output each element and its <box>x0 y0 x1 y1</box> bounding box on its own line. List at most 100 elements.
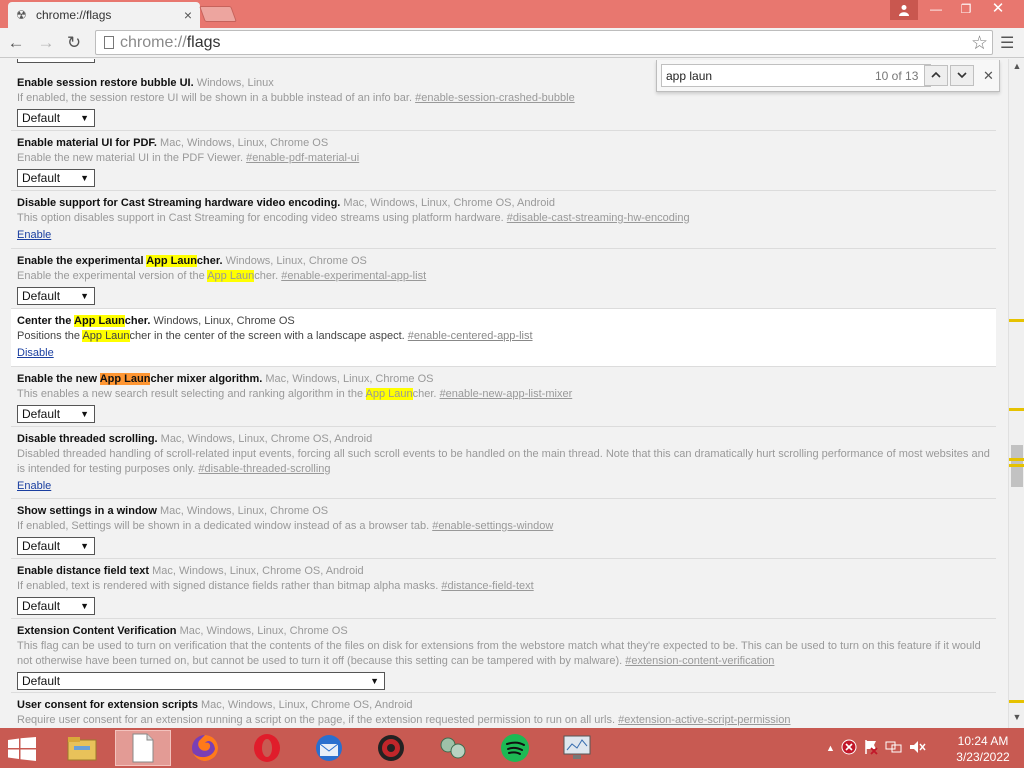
flag-extension-content-verification: Extension Content Verification Mac, Wind… <box>11 619 996 693</box>
address-bar[interactable]: chrome://flags ☆ <box>95 30 993 55</box>
select-value: Default <box>22 599 61 613</box>
flag-anchor-link[interactable]: #disable-threaded-scrolling <box>198 463 330 475</box>
show-hidden-icons-icon[interactable]: ▲ <box>826 743 835 753</box>
flag-centered-app-launcher: Center the App Launcher. Windows, Linux,… <box>11 309 996 367</box>
firefox-icon[interactable] <box>177 730 233 766</box>
flag-title: Center the App Launcher. <box>17 315 150 327</box>
enable-link[interactable]: Enable <box>17 480 51 492</box>
flag-title: Enable distance field text <box>17 565 150 577</box>
flag-description: Positions the App Launcher in the center… <box>17 330 405 342</box>
flag-description: This option disables support in Cast Str… <box>17 212 504 224</box>
flag-select[interactable]: Default ▼ <box>17 169 95 187</box>
flag-anchor-link[interactable]: #extension-active-script-permission <box>618 714 790 726</box>
flag-title: Disable threaded scrolling. <box>17 433 158 445</box>
title-text: cher mixer algorithm. <box>150 373 263 385</box>
flag-description: If enabled, Settings will be shown in a … <box>17 520 430 532</box>
desc-text: cher in the center of the screen with a … <box>129 330 405 342</box>
title-bar: ☢ chrome://flags × — ❐ ✕ <box>0 0 1024 28</box>
flag-select[interactable]: Default ▼ <box>17 672 385 690</box>
volume-muted-icon[interactable] <box>909 739 927 758</box>
windows-start-icon[interactable] <box>8 737 38 761</box>
browser-toolbar: ← → ↻ chrome://flags ☆ ☰ <box>0 28 1024 58</box>
flag-select[interactable]: Default ▼ <box>17 405 95 423</box>
flag-select[interactable]: Default ▼ <box>17 109 95 127</box>
flag-threaded-scrolling: Disable threaded scrolling. Mac, Windows… <box>11 427 996 499</box>
page-icon <box>104 36 114 49</box>
network-icon[interactable] <box>885 739 903 758</box>
maximize-button[interactable]: ❐ <box>952 0 980 20</box>
back-arrow-icon[interactable]: ← <box>5 32 27 54</box>
file-explorer-icon[interactable] <box>54 730 110 766</box>
search-highlight: App Laun <box>365 388 413 400</box>
action-center-flag-icon[interactable] <box>863 739 879 758</box>
spotify-icon[interactable] <box>487 730 543 766</box>
find-close-icon[interactable]: ✕ <box>983 68 994 84</box>
clock-time: 10:24 AM <box>957 734 1009 748</box>
notepad-icon[interactable] <box>115 730 171 766</box>
flag-anchor-link[interactable]: #enable-centered-app-list <box>408 330 533 342</box>
clock-date: 3/23/2022 <box>956 750 1010 764</box>
flag-platforms: Mac, Windows, Linux, Chrome OS <box>265 373 434 385</box>
flag-anchor-link[interactable]: #extension-content-verification <box>625 655 774 667</box>
flag-platforms: Mac, Windows, Linux, Chrome OS <box>179 625 348 637</box>
url-scheme: chrome:// <box>120 33 187 51</box>
scroll-down-arrow-icon[interactable]: ▼ <box>1009 712 1024 726</box>
flags-favicon-icon: ☢ <box>16 8 27 22</box>
opera-icon[interactable] <box>239 730 295 766</box>
title-text: cher. <box>124 315 151 327</box>
flag-anchor-link[interactable]: #enable-experimental-app-list <box>281 270 426 282</box>
flags-list: Enable session restore bubble UI. Window… <box>0 59 1008 728</box>
bookmark-star-icon[interactable]: ☆ <box>971 32 988 55</box>
find-next-button[interactable] <box>950 65 974 86</box>
title-text: cher. <box>196 255 223 267</box>
flag-anchor-link[interactable]: #enable-new-app-list-mixer <box>440 388 573 400</box>
thunderbird-icon[interactable] <box>301 730 357 766</box>
desc-text: Positions the <box>17 330 83 342</box>
minimize-button[interactable]: — <box>922 0 950 20</box>
scroll-up-arrow-icon[interactable]: ▲ <box>1009 61 1024 75</box>
previous-flag-select[interactable] <box>17 59 95 63</box>
tab-close-icon[interactable]: × <box>184 7 192 23</box>
flag-select[interactable]: Default ▼ <box>17 287 95 305</box>
desc-text: cher. <box>412 388 437 400</box>
taskbar-clock[interactable]: 10:24 AM 3/23/2022 <box>948 733 1018 765</box>
flag-platforms: Mac, Windows, Linux, Chrome OS <box>160 137 329 149</box>
flag-anchor-link[interactable]: #enable-session-crashed-bubble <box>415 92 575 104</box>
tab-title: chrome://flags <box>36 8 112 22</box>
flag-select[interactable]: Default ▼ <box>17 597 95 615</box>
flag-description: This enables a new search result selecti… <box>17 388 437 400</box>
chrome-menu-icon[interactable]: ☰ <box>1000 33 1014 53</box>
new-tab-button[interactable] <box>199 6 237 22</box>
find-previous-button[interactable] <box>924 65 948 86</box>
antivirus-icon[interactable] <box>841 739 857 758</box>
flag-extension-script-consent: User consent for extension scripts Mac, … <box>11 693 996 728</box>
reload-icon[interactable]: ↻ <box>63 32 85 54</box>
select-value: Default <box>22 539 61 553</box>
flag-title: User consent for extension scripts <box>17 699 198 711</box>
title-text: Enable the experimental <box>17 255 147 267</box>
disable-link[interactable]: Disable <box>17 347 54 359</box>
flag-anchor-link[interactable]: #distance-field-text <box>441 580 533 592</box>
network-app-icon[interactable] <box>425 730 481 766</box>
flag-anchor-link[interactable]: #disable-cast-streaming-hw-encoding <box>507 212 690 224</box>
search-highlight: App Laun <box>146 255 197 267</box>
monitor-app-icon[interactable] <box>549 730 605 766</box>
search-highlight: App Laun <box>207 270 255 282</box>
flag-platforms: Mac, Windows, Linux, Chrome OS <box>160 505 329 517</box>
close-window-button[interactable]: ✕ <box>984 0 1012 20</box>
tab-flags[interactable]: ☢ chrome://flags × <box>8 2 200 28</box>
title-text: Enable the new <box>17 373 100 385</box>
vertical-scrollbar[interactable]: ▲ ▼ <box>1008 59 1024 728</box>
flag-title: Enable the new App Launcher mixer algori… <box>17 373 262 385</box>
flag-anchor-link[interactable]: #enable-pdf-material-ui <box>246 152 359 164</box>
flag-experimental-app-launcher: Enable the experimental App Launcher. Wi… <box>11 249 996 309</box>
flag-description: Require user consent for an extension ru… <box>17 714 616 726</box>
game-app-icon[interactable] <box>363 730 419 766</box>
enable-link[interactable]: Enable <box>17 229 51 241</box>
flag-distance-field-text: Enable distance field text Mac, Windows,… <box>11 559 996 619</box>
forward-arrow-icon[interactable]: → <box>35 32 57 54</box>
desc-text: cher. <box>254 270 279 282</box>
flag-anchor-link[interactable]: #enable-settings-window <box>432 520 553 532</box>
flag-select[interactable]: Default ▼ <box>17 537 95 555</box>
person-icon[interactable] <box>890 0 918 20</box>
